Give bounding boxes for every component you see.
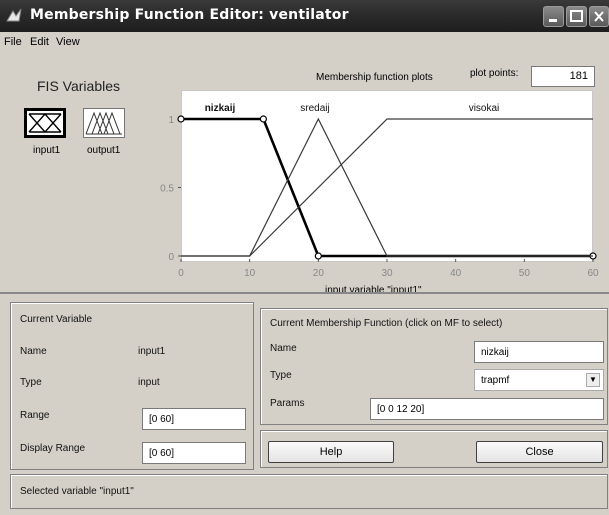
mf-name-label: Name: [270, 343, 297, 354]
plot-points-input[interactable]: 181: [531, 66, 595, 87]
current-mf-title: Current Membership Function (click on MF…: [270, 318, 503, 329]
fis-output-caption: output1: [87, 145, 121, 156]
mf-type-select[interactable]: trapmf ▼: [474, 369, 604, 391]
maximize-button[interactable]: [566, 6, 587, 27]
mf-params-input[interactable]: [0 0 12 20]: [370, 398, 604, 420]
menu-bar: File Edit View: [0, 32, 609, 52]
mf-plot-area[interactable]: [181, 90, 593, 262]
fis-input-variable-box[interactable]: [24, 108, 66, 138]
menu-edit[interactable]: Edit: [30, 36, 49, 48]
menu-view[interactable]: View: [56, 36, 80, 48]
range-input[interactable]: [0 60]: [142, 408, 246, 430]
mf-type-value: trapmf: [481, 375, 510, 386]
variable-name-label: Name: [20, 346, 47, 357]
plot-points-label: plot points:: [470, 68, 519, 79]
current-variable-title: Current Variable: [20, 314, 93, 325]
matlab-app-icon: [6, 8, 22, 22]
mf-type-label: Type: [270, 370, 292, 381]
variable-type-value: input: [138, 377, 160, 388]
chevron-down-icon[interactable]: ▼: [586, 373, 600, 387]
display-range-label: Display Range: [20, 443, 86, 454]
mf-name-input[interactable]: nizkaij: [474, 341, 604, 363]
input-mf-icon: [28, 112, 62, 134]
maximize-icon: [570, 10, 583, 22]
minimize-icon: [549, 19, 557, 22]
window-title: Membership Function Editor: ventilator: [30, 7, 349, 23]
mf-editor-window: Membership Function Editor: ventilator F…: [0, 0, 609, 515]
fis-output-variable-box[interactable]: [83, 108, 125, 138]
mf-params-label: Params: [270, 398, 305, 409]
help-button[interactable]: Help: [268, 441, 394, 463]
range-label: Range: [20, 410, 50, 421]
close-button[interactable]: Close: [476, 441, 603, 463]
fis-variables-label: FIS Variables: [37, 78, 120, 94]
menu-file[interactable]: File: [4, 36, 22, 48]
mf-plots-label: Membership function plots: [316, 72, 433, 83]
minimize-button[interactable]: [543, 6, 564, 27]
display-range-input[interactable]: [0 60]: [142, 442, 246, 464]
status-text: Selected variable "input1": [20, 486, 134, 497]
variable-type-label: Type: [20, 377, 42, 388]
title-bar[interactable]: Membership Function Editor: ventilator: [0, 0, 609, 32]
output-mf-icon: [85, 111, 122, 135]
variable-name-value: input1: [138, 346, 166, 357]
close-window-button[interactable]: [589, 6, 609, 27]
fis-input-caption: input1: [33, 145, 61, 156]
close-icon: [594, 11, 604, 22]
